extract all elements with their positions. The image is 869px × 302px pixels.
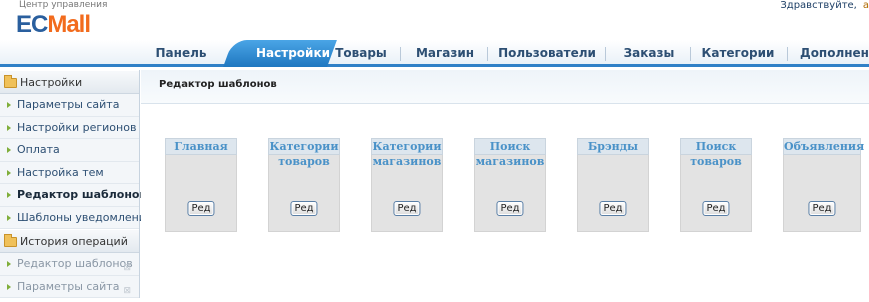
ecmall-logo[interactable]: ECMall	[16, 11, 91, 39]
template-subtitle	[784, 155, 860, 156]
arrow-right-icon	[7, 169, 11, 176]
sidebar-item-label: Оплата	[17, 143, 60, 156]
template-subtitle: товаров	[690, 155, 742, 168]
sidebar-section-settings[interactable]: Настройки	[0, 70, 139, 94]
nav-separator	[690, 47, 691, 61]
template-title: Поиск	[474, 138, 546, 155]
template-card-goods-search: Поиск товаров Ред	[680, 138, 752, 234]
edit-button[interactable]: Ред	[393, 201, 421, 216]
logo-ec: EC	[16, 11, 48, 38]
page-title: Редактор шаблонов	[141, 70, 869, 104]
edit-button[interactable]: Ред	[496, 201, 524, 216]
sidebar-item-label: Шаблоны уведомлений	[17, 210, 154, 224]
arrow-right-icon	[7, 283, 11, 290]
sidebar: Настройки Параметры сайта Настройки реги…	[0, 70, 153, 302]
greeting: Здравствуйте, a	[780, 0, 869, 11]
template-subtitle: магазинов	[475, 155, 545, 168]
sidebar-section-title: Настройки	[20, 76, 83, 89]
sidebar-section-title: История операций	[20, 235, 128, 248]
sidebar-item-regions[interactable]: Настройки регионов	[0, 117, 139, 139]
arrow-right-icon	[7, 261, 11, 267]
sidebar-item-label: Редактор шаблонов	[17, 188, 147, 201]
tab-users[interactable]: Пользователи	[497, 43, 597, 64]
sidebar-item-themes[interactable]: Настройка тем	[0, 162, 139, 184]
sidebar-item-site-params[interactable]: Параметры сайта	[0, 94, 139, 117]
template-title: Поиск	[680, 138, 752, 155]
logo-mall: Mall	[47, 11, 91, 38]
template-title: Категории	[371, 138, 443, 155]
close-icon[interactable]: ⊠	[123, 280, 131, 302]
template-preview: Ред	[165, 155, 237, 232]
arrow-right-icon	[7, 147, 11, 153]
sidebar-item-payment[interactable]: Оплата	[0, 139, 139, 162]
sidebar-item-label: Настройки регионов	[17, 120, 137, 134]
template-card-announcements: Объявления Ред	[783, 138, 865, 234]
template-preview: товаров Ред	[268, 155, 340, 232]
nav-separator	[400, 47, 401, 61]
template-card-store-search: Поиск магазинов Ред	[474, 138, 546, 234]
sidebar-section-history[interactable]: История операций	[0, 229, 139, 253]
template-preview: магазинов Ред	[474, 155, 546, 232]
template-card-goods-categories: Категории товаров Ред	[268, 138, 340, 234]
edit-button[interactable]: Ред	[702, 201, 730, 216]
sidebar-item-label: Параметры сайта	[17, 98, 120, 111]
template-preview: Ред	[783, 155, 861, 232]
folder-icon	[4, 75, 17, 88]
nav-separator	[605, 47, 606, 61]
history-item-label: Параметры сайта	[17, 279, 120, 293]
template-subtitle: товаров	[278, 155, 330, 168]
tab-addons[interactable]: Дополнения	[800, 43, 869, 64]
tab-categories[interactable]: Категории	[698, 43, 778, 64]
arrow-right-icon	[7, 124, 11, 131]
nav-separator	[487, 47, 488, 61]
sidebar-item-notification-templates[interactable]: Шаблоны уведомлений	[0, 207, 153, 229]
tab-settings[interactable]: Настройки	[256, 43, 330, 64]
template-subtitle: магазинов	[372, 155, 442, 168]
tab-store[interactable]: Магазин	[410, 43, 480, 64]
history-item-site-params[interactable]: Параметры сайта ⊠	[0, 276, 139, 302]
template-title: Главная	[165, 138, 237, 155]
nav-separator	[787, 47, 788, 61]
user-link[interactable]: a	[863, 0, 869, 11]
tab-orders[interactable]: Заказы	[615, 43, 683, 64]
greeting-text: Здравствуйте,	[780, 0, 857, 11]
edit-button[interactable]: Ред	[808, 201, 836, 216]
top-nav: Панель Настройки Товары Магазин Пользова…	[0, 40, 869, 67]
tab-goods[interactable]: Товары	[332, 43, 390, 64]
template-card-store-categories: Категории магазинов Ред	[371, 138, 443, 234]
arrow-right-icon	[7, 102, 11, 108]
template-preview: магазинов Ред	[371, 155, 443, 232]
template-card-home: Главная Ред	[165, 138, 237, 234]
logo-subtitle: Центр управления	[19, 0, 108, 10]
template-title: Брэнды	[577, 138, 649, 155]
arrow-right-icon	[7, 214, 11, 221]
template-subtitle	[578, 155, 648, 156]
history-item-label: Редактор шаблонов	[17, 257, 133, 270]
template-preview: Ред	[577, 155, 649, 232]
history-item-template-editor[interactable]: Редактор шаблонов ⊠	[0, 253, 139, 276]
sidebar-item-label: Настройка тем	[17, 165, 104, 179]
edit-button[interactable]: Ред	[599, 201, 627, 216]
template-subtitle	[166, 155, 236, 156]
sidebar-item-template-editor[interactable]: Редактор шаблонов	[0, 184, 146, 207]
arrow-right-icon	[7, 192, 11, 198]
template-card-brands: Брэнды Ред	[577, 138, 649, 234]
tab-panel[interactable]: Панель	[150, 43, 212, 64]
template-title: Категории	[268, 138, 340, 155]
folder-icon	[4, 234, 17, 247]
header: Центр управления ECMall Здравствуйте, a П…	[0, 0, 869, 67]
edit-button[interactable]: Ред	[290, 201, 318, 216]
template-preview: товаров Ред	[680, 155, 752, 232]
edit-button[interactable]: Ред	[187, 201, 215, 216]
template-title: Объявления	[783, 138, 865, 155]
